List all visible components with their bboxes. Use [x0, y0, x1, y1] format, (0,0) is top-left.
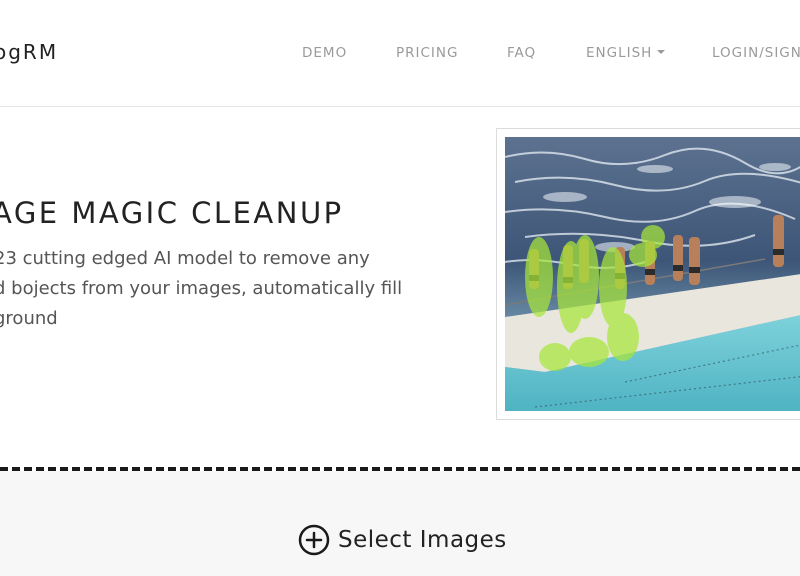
select-images-label: Select Images	[338, 527, 507, 553]
beach-pool-illustration	[505, 137, 800, 411]
hero-description-line: 23 cutting edged AI model to remove any	[0, 248, 370, 269]
nav-language-dropdown[interactable]: ENGLISH	[586, 45, 666, 61]
select-images-button[interactable]: Select Images	[298, 523, 507, 557]
demo-preview-frame	[496, 128, 800, 420]
nav-pricing[interactable]: PRICING	[396, 45, 458, 61]
nav-faq[interactable]: FAQ	[507, 45, 536, 61]
caret-down-icon	[657, 50, 666, 54]
hero-description-line: d bojects from your images, automaticall…	[0, 278, 403, 299]
brand-logo[interactable]: ogRM	[0, 40, 58, 64]
nav-demo[interactable]: DEMO	[302, 45, 347, 61]
language-label: ENGLISH	[586, 45, 653, 61]
hero-description-line: ground	[0, 308, 58, 329]
top-navbar: ogRM DEMO PRICING FAQ ENGLISH LOGIN/SIGN	[0, 0, 800, 107]
hero-title: AGE MAGIC CLEANUP	[0, 196, 344, 230]
plus-circle-icon	[298, 524, 330, 556]
nav-login[interactable]: LOGIN/SIGN	[712, 45, 800, 61]
demo-preview-image	[505, 137, 800, 411]
hero-description: 23 cutting edged AI model to remove any …	[0, 244, 464, 334]
